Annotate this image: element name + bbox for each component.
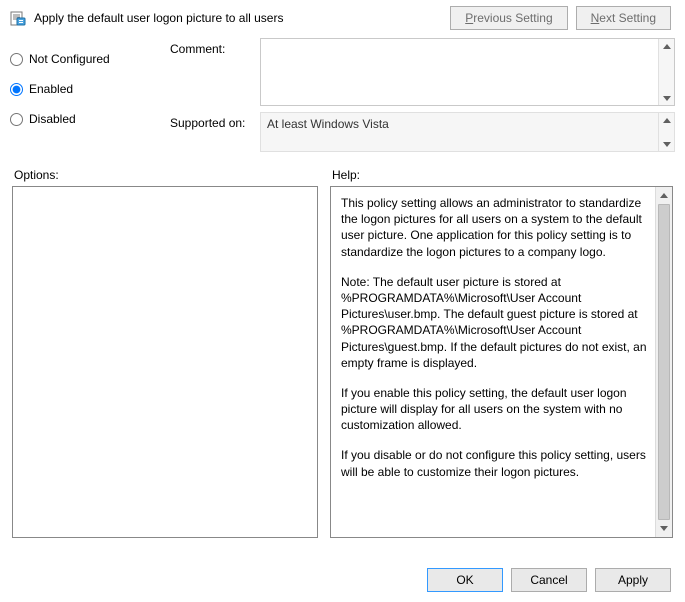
cancel-button[interactable]: Cancel xyxy=(511,568,587,592)
radio-not-configured-input[interactable] xyxy=(10,53,23,66)
comment-box xyxy=(260,38,675,106)
options-panel xyxy=(12,186,318,538)
help-paragraph: If you enable this policy setting, the d… xyxy=(341,385,648,434)
apply-button[interactable]: Apply xyxy=(595,568,671,592)
config-area: Not Configured Enabled Disabled Comment: xyxy=(0,36,685,158)
supported-spin-up[interactable] xyxy=(659,113,674,127)
comment-spin-up[interactable] xyxy=(659,39,674,53)
policy-icon xyxy=(10,10,26,26)
chevron-down-icon xyxy=(663,142,671,147)
supported-spin-down[interactable] xyxy=(659,137,674,151)
comment-input[interactable] xyxy=(261,39,658,105)
fields-column: Comment: Supported on: At least Windows … xyxy=(170,38,675,158)
comment-spinner xyxy=(658,39,674,105)
panel-labels: Options: Help: xyxy=(0,158,685,186)
help-paragraph: If you disable or do not configure this … xyxy=(341,447,648,479)
help-scrollbar[interactable] xyxy=(655,187,672,537)
chevron-down-icon xyxy=(663,96,671,101)
next-setting-button[interactable]: Next Setting xyxy=(576,6,671,30)
supported-value: At least Windows Vista xyxy=(261,113,674,135)
dialog-button-bar: OK Cancel Apply xyxy=(0,558,685,602)
supported-row: Supported on: At least Windows Vista xyxy=(170,112,675,152)
help-panel: This policy setting allows an administra… xyxy=(330,186,673,538)
radio-enabled-label: Enabled xyxy=(29,82,73,96)
scroll-up-button[interactable] xyxy=(656,187,672,204)
previous-setting-button[interactable]: Previous Setting xyxy=(450,6,567,30)
comment-label: Comment: xyxy=(170,38,260,106)
supported-box: At least Windows Vista xyxy=(260,112,675,152)
radio-not-configured-label: Not Configured xyxy=(29,52,110,66)
policy-dialog: Apply the default user logon picture to … xyxy=(0,0,685,602)
radio-disabled[interactable]: Disabled xyxy=(10,112,170,126)
chevron-down-icon xyxy=(660,526,668,531)
supported-label: Supported on: xyxy=(170,112,260,152)
radio-enabled[interactable]: Enabled xyxy=(10,82,170,96)
scroll-down-button[interactable] xyxy=(656,520,672,537)
comment-row: Comment: xyxy=(170,38,675,106)
policy-title: Apply the default user logon picture to … xyxy=(34,11,450,25)
supported-spinner xyxy=(658,113,674,151)
scroll-thumb[interactable] xyxy=(658,204,670,520)
panels: This policy setting allows an administra… xyxy=(0,186,685,538)
chevron-up-icon xyxy=(660,193,668,198)
scroll-track[interactable] xyxy=(656,204,672,520)
ok-button[interactable]: OK xyxy=(427,568,503,592)
radio-not-configured[interactable]: Not Configured xyxy=(10,52,170,66)
help-paragraph: Note: The default user picture is stored… xyxy=(341,274,648,371)
chevron-up-icon xyxy=(663,44,671,49)
chevron-up-icon xyxy=(663,118,671,123)
radio-disabled-input[interactable] xyxy=(10,113,23,126)
help-label: Help: xyxy=(332,168,671,182)
state-radio-group: Not Configured Enabled Disabled xyxy=(10,38,170,158)
help-paragraph: This policy setting allows an administra… xyxy=(341,195,648,260)
title-row: Apply the default user logon picture to … xyxy=(0,0,685,36)
radio-disabled-label: Disabled xyxy=(29,112,76,126)
radio-enabled-input[interactable] xyxy=(10,83,23,96)
options-label: Options: xyxy=(14,168,332,182)
help-text: This policy setting allows an administra… xyxy=(331,187,654,537)
nav-buttons: Previous Setting Next Setting xyxy=(450,6,671,30)
comment-spin-down[interactable] xyxy=(659,91,674,105)
